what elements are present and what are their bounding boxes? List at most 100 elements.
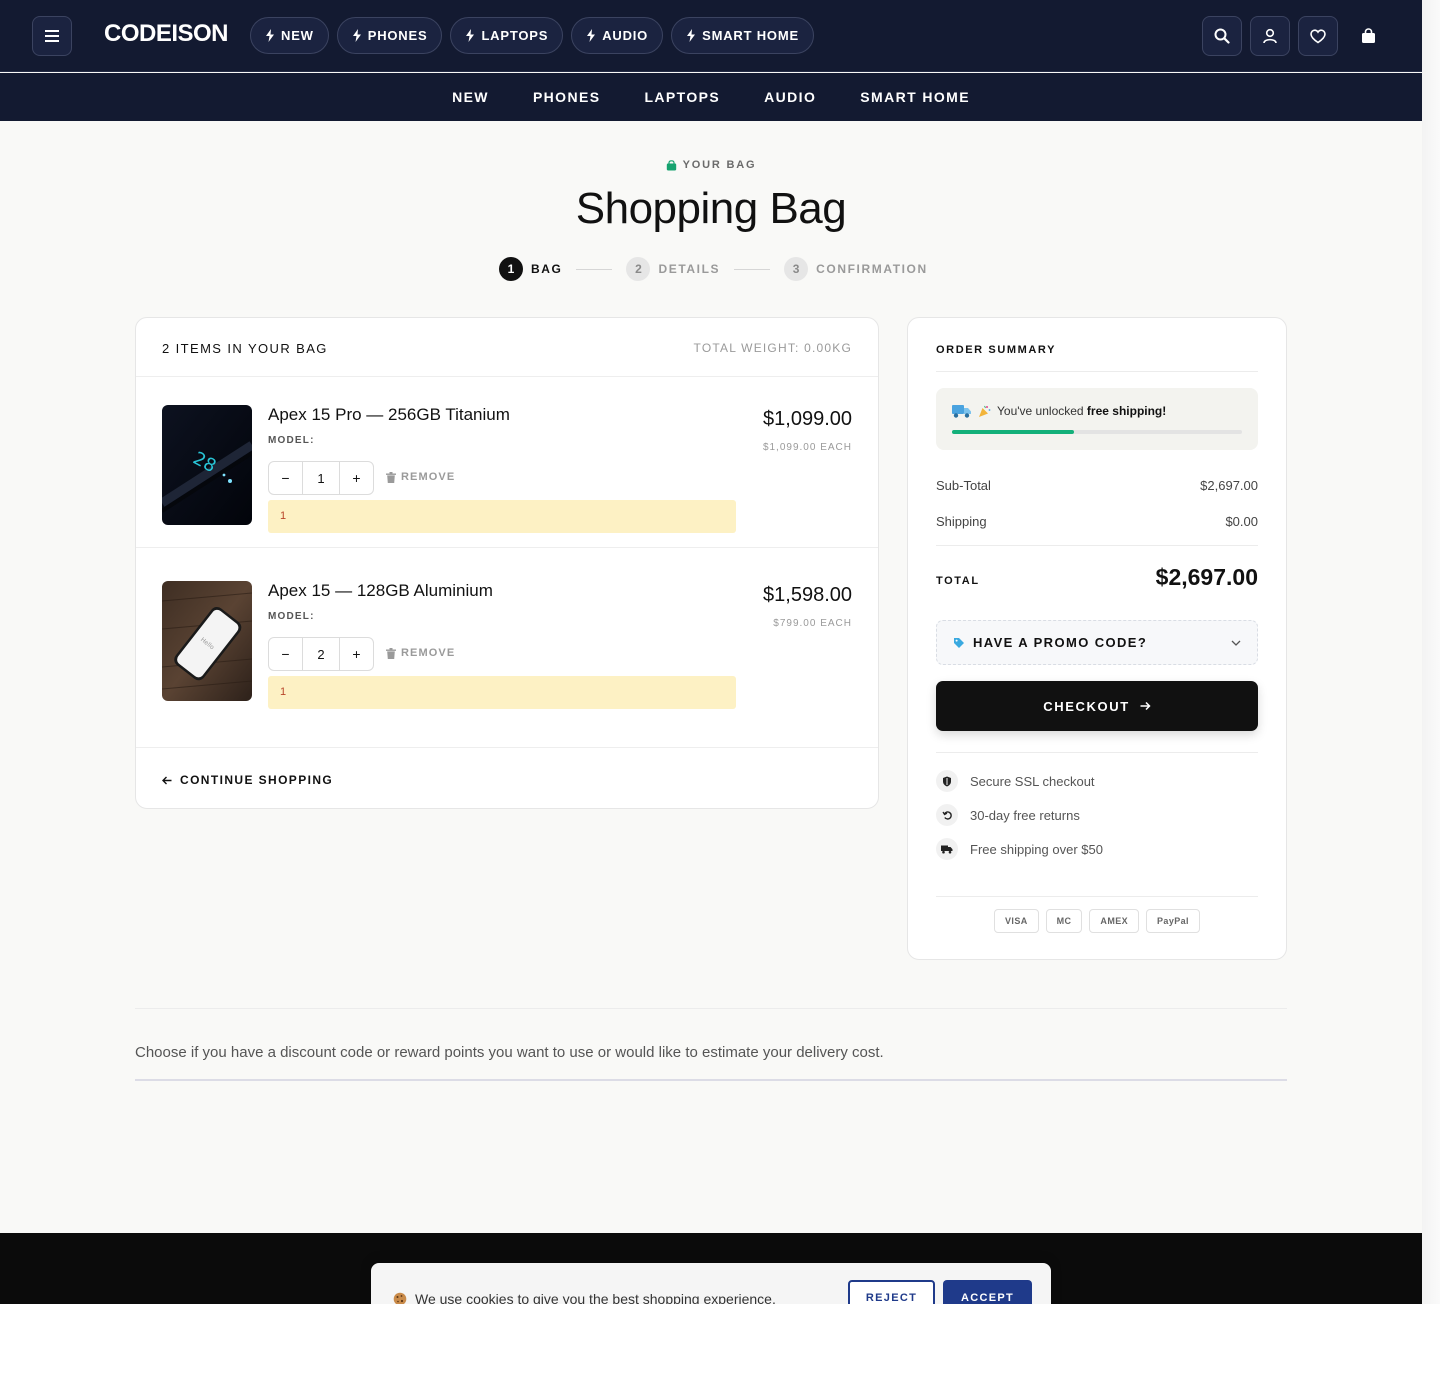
qty-decrease-button[interactable]: − (269, 462, 302, 494)
qty-value[interactable]: 2 (302, 638, 340, 670)
divider (936, 896, 1258, 897)
trust-item: 30-day free returns (936, 804, 1080, 826)
bag-card: 2 ITEMS IN YOUR BAG TOTAL WEIGHT: 0.00KG (135, 317, 879, 809)
remove-button[interactable]: REMOVE (386, 471, 455, 483)
page-title: Shopping Bag (575, 184, 847, 233)
phone-dark-image: 28 (162, 405, 252, 525)
promo-label: HAVE A PROMO CODE? (973, 635, 1148, 650)
pill-label: PHONES (367, 28, 428, 43)
qty-decrease-button[interactable]: − (269, 638, 302, 670)
pill-new[interactable]: NEW (250, 17, 329, 54)
bag-header: 2 ITEMS IN YOUR BAG TOTAL WEIGHT: 0.00KG (136, 318, 878, 377)
checkout-button[interactable]: CHECKOUT (936, 681, 1258, 731)
free-shipping-banner: You've unlocked free shipping! (936, 388, 1258, 450)
bag-item: Hello Apex 15 — 128GB Aluminium MODEL: −… (136, 554, 878, 724)
shipping-progress-fill (952, 430, 1074, 434)
main-nav: NEW PHONES LAPTOPS AUDIO SMART HOME (0, 73, 1422, 121)
bolt-icon (266, 29, 274, 42)
qty-increase-button[interactable]: + (340, 462, 373, 494)
step-label: BAG (531, 262, 563, 276)
bag-button[interactable] (1348, 16, 1388, 56)
menu-icon (45, 30, 59, 42)
line-price: $1,598.00 (763, 584, 852, 606)
stock-notice: 1 (268, 500, 736, 533)
bolt-icon (466, 29, 475, 42)
shipping-msg-prefix: You've unlocked (997, 404, 1087, 418)
divider (936, 371, 1258, 372)
account-button[interactable] (1250, 16, 1290, 56)
shipping-row: Shipping $0.00 (936, 514, 1258, 529)
checkout-steps: 1 BAG 2 DETAILS 3 CONFIRMATION (499, 257, 928, 281)
search-button[interactable] (1202, 16, 1242, 56)
page-viewport: CODEISON NEW PHONES LAPTOPS AUDIO SMART … (0, 0, 1422, 1304)
promo-code-toggle[interactable]: HAVE A PROMO CODE? (936, 620, 1258, 665)
pill-audio[interactable]: AUDIO (571, 17, 664, 54)
checkout-label: CHECKOUT (1043, 698, 1130, 714)
step-details: 2 DETAILS (626, 257, 720, 281)
nav-audio[interactable]: AUDIO (764, 89, 816, 105)
page-scrollbar[interactable] (1422, 0, 1440, 1304)
pill-laptops[interactable]: LAPTOPS (450, 17, 564, 54)
user-icon (1263, 28, 1277, 44)
line-price: $1,099.00 (763, 408, 852, 430)
nav-smart-home[interactable]: SMART HOME (860, 89, 970, 105)
cookie-text: We use cookies to give you the best shop… (415, 1291, 776, 1304)
bag-footer: CONTINUE SHOPPING (136, 747, 878, 809)
trust-item: Free shipping over $50 (936, 838, 1103, 860)
divider (135, 1079, 1287, 1081)
step-number: 3 (784, 257, 809, 281)
payment-amex-badge: AMEX (1089, 909, 1140, 933)
truck-icon (952, 405, 971, 418)
phone-wood-image: Hello (162, 581, 252, 701)
step-divider (734, 268, 771, 270)
step-divider (576, 268, 613, 270)
cookie-message: We use cookies to give you the best shop… (393, 1291, 776, 1304)
step-confirmation: 3 CONFIRMATION (784, 257, 928, 281)
qty-increase-button[interactable]: + (340, 638, 373, 670)
pill-phones[interactable]: PHONES (336, 17, 443, 54)
arrow-right-icon (1140, 701, 1151, 711)
trust-item: Secure SSL checkout (936, 770, 1095, 792)
qty-value[interactable]: 1 (302, 462, 340, 494)
chevron-down-icon (1231, 640, 1241, 646)
product-image[interactable]: Hello (162, 581, 252, 701)
site-logo[interactable]: CODEISON (104, 20, 229, 48)
items-count: 2 ITEMS IN YOUR BAG (162, 341, 328, 356)
product-image[interactable]: 28 (162, 405, 252, 525)
nav-new[interactable]: NEW (452, 89, 489, 105)
category-pills: NEW PHONES LAPTOPS AUDIO SMART HOME (250, 17, 814, 54)
subtotal-value: $2,697.00 (1200, 478, 1258, 493)
payment-paypal-badge: PayPal (1146, 909, 1200, 933)
unit-price: $799.00 EACH (773, 618, 852, 629)
free-shipping-message: You've unlocked free shipping! (952, 404, 1166, 418)
step-number: 2 (626, 257, 651, 281)
trust-label: Free shipping over $50 (970, 841, 1103, 857)
continue-shopping-link[interactable]: CONTINUE SHOPPING (162, 773, 333, 787)
discount-intro-text: Choose if you have a discount code or re… (135, 1044, 884, 1061)
quantity-stepper: − 2 + (268, 637, 374, 671)
remove-button[interactable]: REMOVE (386, 647, 455, 659)
step-label: DETAILS (658, 262, 721, 276)
payment-methods: VISA MC AMEX PayPal (908, 909, 1286, 933)
nav-phones[interactable]: PHONES (533, 89, 601, 105)
stock-notice: 1 (268, 676, 736, 709)
product-name[interactable]: Apex 15 — 128GB Aluminium (268, 581, 493, 601)
bolt-icon (687, 29, 696, 42)
trust-label: 30-day free returns (970, 807, 1080, 823)
cookie-icon (393, 1292, 407, 1304)
cookie-reject-button[interactable]: REJECT (848, 1280, 935, 1304)
product-name[interactable]: Apex 15 Pro — 256GB Titanium (268, 405, 510, 425)
total-value: $2,697.00 (1155, 564, 1258, 590)
menu-button[interactable] (32, 16, 72, 56)
eyebrow-label: YOUR BAG (682, 159, 757, 171)
pill-label: SMART HOME (702, 28, 799, 43)
nav-laptops[interactable]: LAPTOPS (644, 89, 720, 105)
wishlist-button[interactable] (1298, 16, 1338, 56)
page-eyebrow: YOUR BAG (0, 159, 1422, 171)
cookie-accept-button[interactable]: ACCEPT (943, 1280, 1032, 1304)
bag-icon (666, 159, 676, 170)
pill-label: LAPTOPS (481, 28, 549, 43)
pill-smart-home[interactable]: SMART HOME (671, 17, 814, 54)
pill-label: NEW (281, 28, 314, 43)
step-label: CONFIRMATION (816, 262, 928, 276)
